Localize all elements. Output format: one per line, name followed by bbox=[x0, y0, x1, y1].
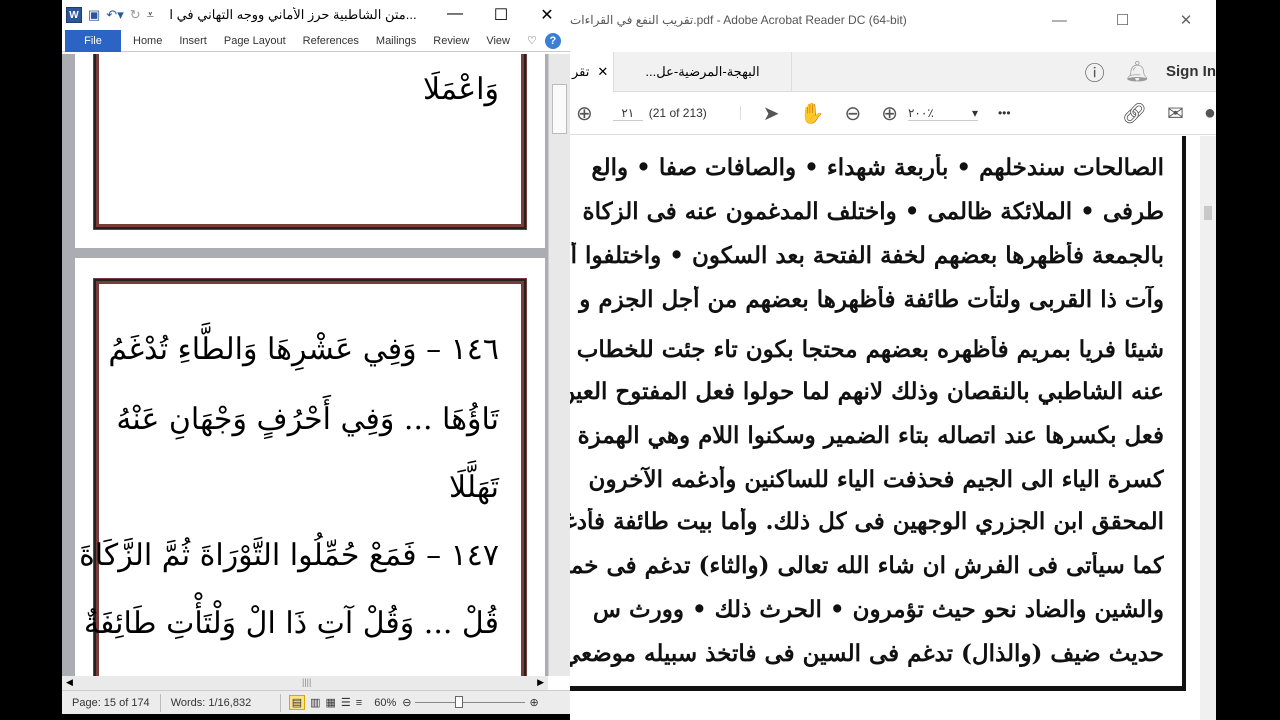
pdf-text-line: وآت ذا القربى ولتأت طائفة فأظهرها بعضهم … bbox=[579, 286, 1164, 313]
tab-mailings[interactable]: Mailings bbox=[376, 35, 416, 47]
tab-insert[interactable]: Insert bbox=[179, 35, 207, 47]
vertical-scrollbar[interactable] bbox=[548, 54, 570, 676]
tab-active-document[interactable]: تقر ✕ bbox=[570, 51, 614, 92]
email-icon[interactable]: ✉ bbox=[1167, 101, 1184, 126]
tab-file[interactable]: File bbox=[65, 29, 121, 52]
pdf-text-line: كما سيأتى فى الفرش ان شاء الله تعالى (وا… bbox=[570, 552, 1164, 579]
pdf-page: الصالحات سندخلهم • بأربعة شهداء • والصاف… bbox=[570, 136, 1200, 720]
zoom-slider[interactable] bbox=[415, 696, 526, 708]
document-page: وَاعْمَلَا bbox=[75, 54, 545, 248]
customize-quick-access-icon[interactable]: ⩡ bbox=[147, 7, 154, 23]
tab-label: تقر bbox=[572, 63, 590, 79]
close-tab-icon[interactable]: ✕ bbox=[597, 64, 608, 80]
word-title-bar: W ▣ ↶▾ ↻ ⩡ ...متن الشاطبية حرز الأماني و… bbox=[62, 0, 570, 30]
notification-bell-icon[interactable]: 🔔︎ bbox=[1125, 59, 1150, 84]
close-button[interactable]: ✕ bbox=[524, 5, 570, 25]
verse-line: ١٤٦ – وَفِي عَشْرِهَا وَالطَّاءِ تُدْغَم… bbox=[108, 332, 499, 367]
minimize-button[interactable]: — bbox=[1029, 12, 1089, 29]
pdf-text-line: كسرة الياء الى الجيم فحذفت الياء للساكني… bbox=[588, 466, 1164, 493]
web-layout-icon[interactable]: ▦ bbox=[326, 696, 336, 709]
account-icon[interactable]: ● bbox=[1204, 102, 1216, 125]
more-tools-icon[interactable]: ••• bbox=[998, 106, 1011, 120]
document-area: وَاعْمَلَا ١٤٦ – وَفِي عَشْرِهَا وَالطَّ… bbox=[62, 54, 548, 676]
pdf-text-line: حديث ضيف (والذال) تدغم فى السين فى فاتخذ… bbox=[570, 640, 1164, 667]
tab-document[interactable]: البهجة-المرضية-عل... bbox=[614, 51, 792, 92]
tab-review[interactable]: Review bbox=[433, 35, 469, 47]
pdf-text-line: شيئا فريا بمريم فأظهره بعضهم محتجا بكون … bbox=[570, 336, 1164, 363]
page-border: ١٤٦ – وَفِي عَشْرِهَا وَالطَّاءِ تُدْغَم… bbox=[79, 278, 527, 676]
tab-references[interactable]: References bbox=[303, 35, 359, 47]
page-count: (21 of 213) bbox=[649, 106, 741, 120]
share-link-icon[interactable]: 🔗︎ bbox=[1122, 101, 1147, 126]
outline-icon[interactable]: ☰ bbox=[341, 696, 351, 709]
draft-icon[interactable]: ≡ bbox=[356, 697, 362, 709]
page-frame-line bbox=[570, 686, 1186, 691]
scroll-left-icon[interactable]: ◀ bbox=[66, 677, 73, 688]
acrobat-window: تقريب النفع في القراءات.pdf - Adobe Acro… bbox=[570, 0, 1216, 720]
acrobat-title-bar: تقريب النفع في القراءات.pdf - Adobe Acro… bbox=[570, 0, 1216, 40]
tab-view[interactable]: View bbox=[486, 35, 510, 47]
vertical-scrollbar[interactable] bbox=[1200, 136, 1216, 720]
verse-line: قُلْ ... وَقُلْ آتِ ذَا الْ وَلْتَأْتِ ط… bbox=[83, 606, 499, 641]
page-frame-line bbox=[1182, 136, 1186, 690]
acrobat-toolbar: ⊕ ٢١ (21 of 213) ➤ ✋ ⊖ ⊕ ٢٠٠٪ ▾ ••• 🔗︎ ✉ … bbox=[570, 92, 1216, 135]
scroll-thumb[interactable] bbox=[1204, 206, 1212, 220]
save-icon[interactable]: ▣ bbox=[88, 7, 100, 23]
document-page: ١٤٦ – وَفِي عَشْرِهَا وَالطَّاءِ تُدْغَم… bbox=[75, 258, 545, 676]
zoom-out-icon[interactable]: ⊖ bbox=[402, 696, 411, 709]
scroll-thumb[interactable] bbox=[552, 84, 567, 134]
zoom-value: ٢٠٠٪ bbox=[907, 105, 934, 120]
reading-layout-icon[interactable]: ▥ bbox=[310, 696, 320, 709]
verse-line: ١٤٧ – فَمَعْ حُمِّلُوا التَّوْرَاةَ ثُمَ… bbox=[79, 538, 499, 573]
verse-line: تَاؤُهَا ... وَفِي أَحْرُفٍ وَجْهَانِ عَ… bbox=[116, 402, 499, 437]
print-layout-icon[interactable]: ▤ bbox=[288, 695, 306, 710]
pdf-text-line: المحقق ابن الجزري الوجهين فى كل ذلك. وأم… bbox=[570, 508, 1164, 535]
ribbon-tabs: File Home Insert Page Layout References … bbox=[62, 29, 570, 52]
maximize-button[interactable]: ☐ bbox=[1093, 11, 1153, 29]
pdf-text-line: طرفى • الملائكة ظالمى • واختلف المدغمون … bbox=[582, 198, 1164, 225]
document-tabs: تقر ✕ البهجة-المرضية-عل... ⓘ 🔔︎ Sign In bbox=[570, 51, 1216, 92]
verse-line: تَهَلَّلَا bbox=[448, 470, 499, 505]
zoom-in-icon[interactable]: ⊕ bbox=[529, 696, 538, 709]
tab-page-layout[interactable]: Page Layout bbox=[224, 35, 286, 47]
pdf-text-line: الصالحات سندخلهم • بأربعة شهداء • والصاف… bbox=[591, 154, 1164, 181]
zoom-level[interactable]: 60% bbox=[374, 697, 396, 709]
status-bar: Page: 15 of 174 Words: 1/16,832 ▤ ▥ ▦ ☰ … bbox=[62, 690, 570, 714]
page-count[interactable]: Page: 15 of 174 bbox=[62, 693, 161, 712]
word-count[interactable]: Words: 1/16,832 bbox=[161, 693, 281, 712]
undo-icon[interactable]: ↶▾ bbox=[106, 7, 123, 23]
close-button[interactable]: ✕ bbox=[1156, 11, 1216, 29]
download-icon[interactable]: ⊕ bbox=[576, 101, 593, 126]
window-title: ...متن الشاطبية حرز الأماني ووجه التهاني… bbox=[169, 7, 417, 22]
page-number-input[interactable]: ٢١ bbox=[612, 106, 643, 121]
scroll-grip-icon[interactable]: |||| bbox=[302, 677, 311, 687]
zoom-select[interactable]: ٢٠٠٪ ▾ bbox=[907, 105, 978, 121]
scroll-right-icon[interactable]: ▶ bbox=[537, 677, 544, 688]
help-icon[interactable]: ⓘ bbox=[1085, 57, 1105, 86]
word-logo-icon[interactable]: W bbox=[66, 7, 82, 23]
horizontal-scrollbar[interactable]: ◀ |||| ▶ bbox=[62, 676, 548, 690]
pdf-text-line: بالجمعة فأظهرها بعضهم لخفة الفتحة بعد ال… bbox=[570, 242, 1164, 269]
verse-text: وَاعْمَلَا bbox=[423, 72, 499, 107]
chevron-down-icon: ▾ bbox=[971, 105, 978, 120]
word-window: W ▣ ↶▾ ↻ ⩡ ...متن الشاطبية حرز الأماني و… bbox=[62, 0, 570, 714]
minimize-button[interactable]: — bbox=[432, 5, 478, 25]
zoom-in-icon[interactable]: ⊕ bbox=[881, 101, 898, 126]
help-icon[interactable]: ? bbox=[544, 32, 561, 49]
ribbon-collapse-icon[interactable]: ♡ bbox=[527, 34, 537, 47]
hand-tool-icon[interactable]: ✋ bbox=[800, 101, 825, 126]
maximize-button[interactable]: ☐ bbox=[478, 5, 524, 25]
tab-home[interactable]: Home bbox=[133, 35, 162, 47]
pdf-text-line: عنه الشاطبي بالنقصان وذلك لانهم لما حولو… bbox=[570, 378, 1164, 405]
page-border: وَاعْمَلَا bbox=[93, 54, 527, 230]
zoom-out-icon[interactable]: ⊖ bbox=[844, 101, 861, 126]
window-title: تقريب النفع في القراءات.pdf - Adobe Acro… bbox=[570, 13, 907, 27]
pdf-text-line: والشين والضاد نحو حيث تؤمرون • الحرث ذلك… bbox=[592, 596, 1164, 623]
pdf-text-line: فعل بكسرها عند اتصاله بتاء الضمير وسكنوا… bbox=[577, 422, 1164, 449]
sign-in-button[interactable]: Sign In bbox=[1166, 63, 1216, 80]
redo-icon[interactable]: ↻ bbox=[130, 7, 141, 23]
select-tool-icon[interactable]: ➤ bbox=[763, 101, 780, 126]
